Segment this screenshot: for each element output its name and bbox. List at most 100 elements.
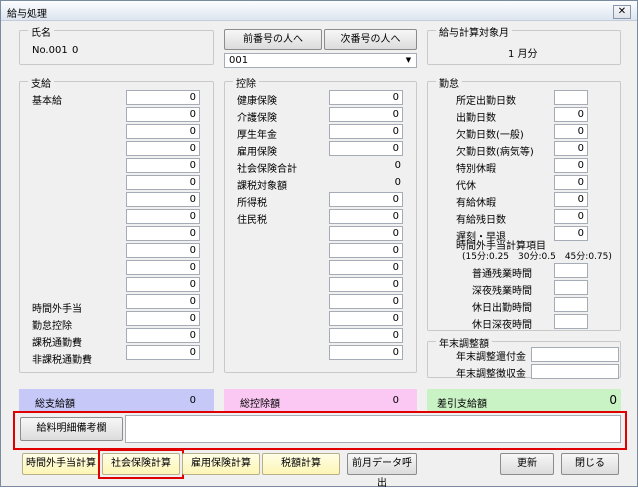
attendance-label: 有給残日数	[456, 215, 506, 226]
deduction-input[interactable]: 0	[329, 277, 403, 292]
deduction-label: 厚生年金	[237, 130, 277, 141]
prev-person-button[interactable]: 前番号の人へ	[224, 29, 322, 50]
deduction-legend: 控除	[233, 75, 259, 90]
payment-input[interactable]: 0	[126, 243, 200, 258]
attendance-label: 有給休暇	[456, 198, 496, 209]
window-close-icon[interactable]: ✕	[613, 5, 631, 19]
attendance-input[interactable]: 0	[554, 141, 588, 156]
base-salary-label: 基本給	[32, 96, 62, 107]
payment-label-overtime: 時間外手当	[32, 304, 82, 315]
payment-label-nontaxable-commute: 非課税通勤費	[32, 355, 92, 366]
attendance-input[interactable]: 0	[554, 107, 588, 122]
payment-input[interactable]: 0	[126, 328, 200, 343]
payment-input[interactable]: 0	[126, 345, 200, 360]
deduction-value: 0	[394, 177, 401, 188]
payment-input[interactable]: 0	[126, 226, 200, 241]
attendance-input[interactable]: 0	[554, 226, 588, 241]
close-button[interactable]: 閉じる	[561, 453, 619, 475]
year-end-refund-input[interactable]	[531, 347, 619, 362]
total-deduction-label: 総控除額	[240, 399, 280, 410]
overtime-input[interactable]	[554, 263, 588, 278]
overtime-calc-button[interactable]: 時間外手当計算	[22, 453, 100, 475]
attendance-input[interactable]: 0	[554, 192, 588, 207]
attendance-input[interactable]: 0	[554, 209, 588, 224]
attendance-label: 代休	[456, 181, 476, 192]
next-person-button[interactable]: 次番号の人へ	[324, 29, 417, 50]
deduction-input[interactable]: 0	[329, 141, 403, 156]
payment-input[interactable]: 0	[126, 311, 200, 326]
deduction-label: 住民税	[237, 215, 267, 226]
overtime-label: 普通残業時間	[472, 269, 532, 280]
payment-label-taxable-commute: 課税通勤費	[32, 338, 82, 349]
attendance-input[interactable]: 0	[554, 158, 588, 173]
deduction-input[interactable]: 0	[329, 260, 403, 275]
overtime-note: (15分:0.25 30分:0.5 45分:0.75)	[462, 252, 612, 262]
net-pay-label: 差引支給額	[437, 399, 487, 410]
employment-insurance-calc-button[interactable]: 雇用保険計算	[182, 453, 260, 475]
deduction-label: 課税対象額	[237, 181, 287, 192]
year-end-group: 年末調整額 年末調整還付金 年末調整徴収金	[427, 335, 621, 380]
deduction-input[interactable]: 0	[329, 90, 403, 105]
deduction-label: 介護保険	[237, 113, 277, 124]
name-group: 氏名 No.001 0	[19, 24, 214, 65]
deduction-input[interactable]: 0	[329, 226, 403, 241]
overtime-input[interactable]	[554, 280, 588, 295]
payment-input[interactable]: 0	[126, 175, 200, 190]
deduction-label: 健康保険	[237, 96, 277, 107]
attendance-input[interactable]	[554, 90, 588, 105]
prev-month-data-button[interactable]: 前月データ呼出	[347, 453, 417, 489]
deduction-input[interactable]: 0	[329, 294, 403, 309]
tax-calc-button[interactable]: 税額計算	[262, 453, 340, 475]
name-legend: 氏名	[28, 24, 54, 39]
employee-select[interactable]: 001 ▼	[224, 53, 417, 68]
payment-input[interactable]: 0	[126, 209, 200, 224]
overtime-label: 休日深夜時間	[472, 320, 532, 331]
employee-name: 0	[72, 45, 79, 56]
deduction-input[interactable]: 0	[329, 328, 403, 343]
attendance-label: 出勤日数	[456, 113, 496, 124]
payment-input[interactable]: 0	[126, 294, 200, 309]
overtime-input[interactable]	[554, 297, 588, 312]
remarks-label-button[interactable]: 給料明細備考欄	[20, 417, 123, 441]
overtime-label: 深夜残業時間	[472, 286, 532, 297]
update-button[interactable]: 更新	[500, 453, 554, 475]
payment-label-attendance-deduction: 勤怠控除	[32, 321, 72, 332]
attendance-input[interactable]: 0	[554, 175, 588, 190]
payment-input[interactable]: 0	[126, 260, 200, 275]
deduction-input[interactable]: 0	[329, 192, 403, 207]
net-pay-value: 0	[609, 393, 617, 407]
payroll-window: 給与処理 ✕ 氏名 No.001 0 前番号の人へ 次番号の人へ 001 ▼ 給…	[0, 0, 638, 489]
year-end-collect-input[interactable]	[531, 364, 619, 379]
deduction-input[interactable]: 0	[329, 209, 403, 224]
target-month: 1 月分	[508, 49, 538, 60]
employee-no: No.001	[32, 45, 68, 56]
payment-input[interactable]: 0	[126, 124, 200, 139]
attendance-group: 勤怠 所定出勤日数 出勤日数 0 欠勤日数(一般) 0 欠勤日数(病気等) 0 特別休暇 0 代休…	[427, 75, 621, 331]
payment-input[interactable]: 0	[126, 277, 200, 292]
payment-input[interactable]: 0	[126, 90, 200, 105]
payment-input[interactable]: 0	[126, 158, 200, 173]
attendance-label: 所定出勤日数	[456, 96, 516, 107]
deduction-group: 控除 健康保険 0 介護保険 0 厚生年金 0 雇用保険 0 社会保険合計 0 課税対象額 0 所得税 0…	[224, 75, 417, 373]
payment-input[interactable]: 0	[126, 141, 200, 156]
total-pay-label: 総支給額	[35, 399, 75, 410]
deduction-input[interactable]: 0	[329, 345, 403, 360]
deduction-input[interactable]: 0	[329, 124, 403, 139]
total-deduction-bar: 総控除額 0	[224, 389, 417, 411]
deduction-value: 0	[394, 160, 401, 171]
payment-input[interactable]: 0	[126, 107, 200, 122]
chevron-down-icon[interactable]: ▼	[402, 55, 415, 66]
overtime-input[interactable]	[554, 314, 588, 329]
deduction-input[interactable]: 0	[329, 243, 403, 258]
social-calc-highlight	[98, 449, 184, 479]
remarks-input[interactable]	[125, 415, 621, 443]
attendance-label: 欠勤日数(一般)	[456, 130, 524, 141]
net-pay-bar: 差引支給額 0	[427, 389, 621, 411]
deduction-input[interactable]: 0	[329, 311, 403, 326]
year-end-refund-label: 年末調整還付金	[456, 352, 526, 363]
attendance-input[interactable]: 0	[554, 124, 588, 139]
attendance-label: 特別休暇	[456, 164, 496, 175]
employee-select-value: 001	[229, 55, 249, 66]
payment-input[interactable]: 0	[126, 192, 200, 207]
deduction-input[interactable]: 0	[329, 107, 403, 122]
